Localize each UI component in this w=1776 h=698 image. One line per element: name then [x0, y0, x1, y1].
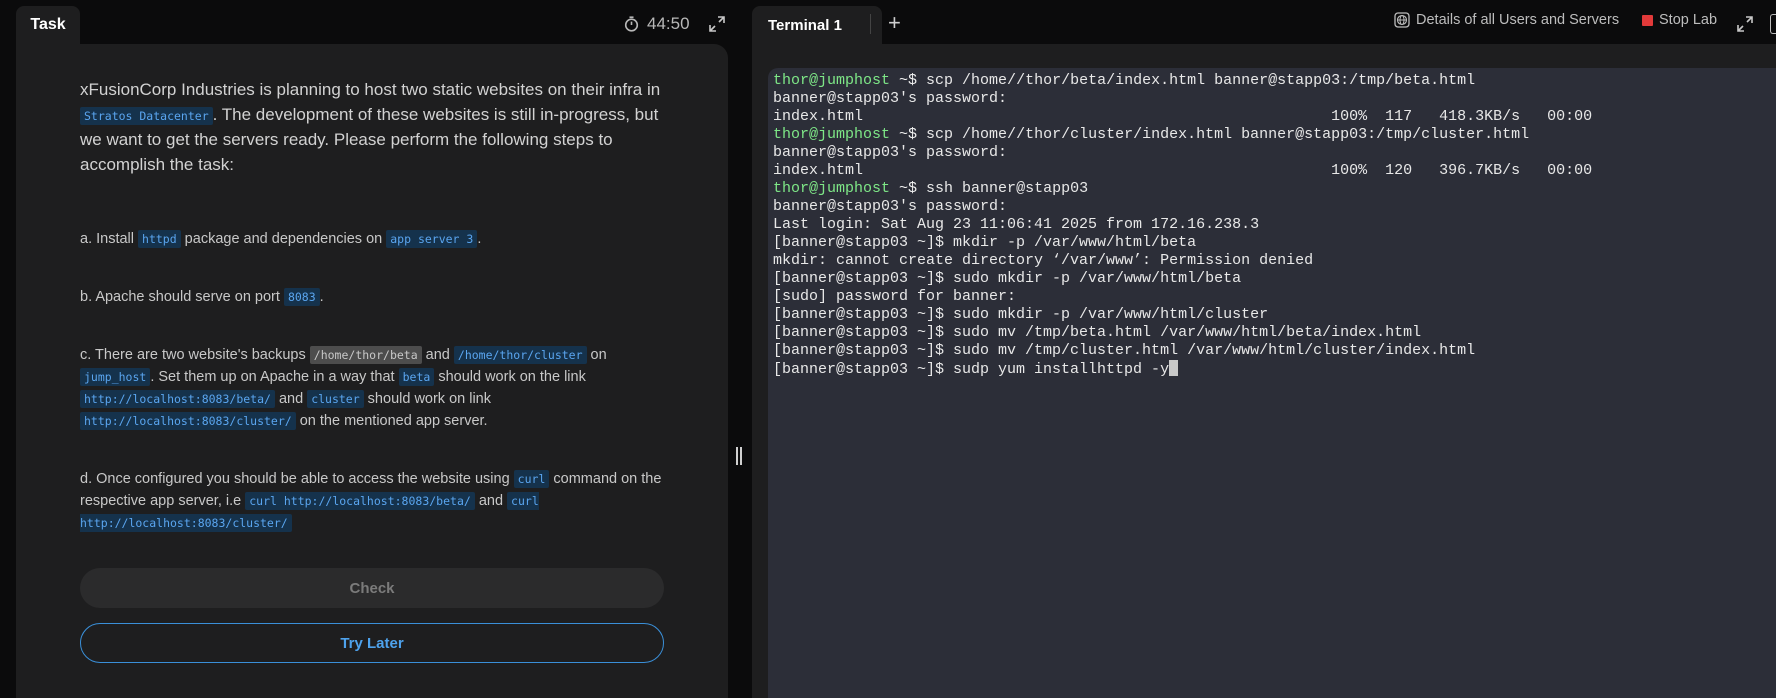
terminal-line: [banner@stapp03 ~]$ sudo mv /tmp/beta.ht…	[773, 324, 1592, 342]
step-a: a. Install httpd package and dependencie…	[80, 230, 482, 248]
terminal-line: mkdir: cannot create directory ‘/var/www…	[773, 252, 1592, 270]
terminal-line-text: [banner@stapp03 ~]$ sudo mv /tmp/beta.ht…	[773, 324, 1422, 341]
prompt-symbol: ~$	[899, 72, 918, 89]
check-button[interactable]: Check	[80, 568, 664, 608]
expand-icon[interactable]	[708, 15, 726, 33]
terminal-line: [banner@stapp03 ~]$ sudo mkdir -p /var/w…	[773, 306, 1592, 324]
details-label: Details of all Users and Servers	[1416, 12, 1620, 28]
terminal-line-text: scp /home//thor/beta/index.html banner@s…	[917, 72, 1476, 89]
terminal-line-text: index.html 100% 117 418.3KB/s 00:00	[773, 108, 1593, 125]
terminal-line: [banner@stapp03 ~]$ sudp yum installhttp…	[773, 360, 1592, 379]
terminal-output[interactable]: thor@jumphost ~$ scp /home//thor/beta/in…	[773, 72, 1592, 379]
terminal-line: banner@stapp03's password:	[773, 90, 1592, 108]
terminal-line-text: [banner@stapp03 ~]$ mkdir -p /var/www/ht…	[773, 234, 1197, 251]
expand-icon[interactable]	[1736, 15, 1754, 33]
terminal-line: [banner@stapp03 ~]$ mkdir -p /var/www/ht…	[773, 234, 1592, 252]
terminal-line: thor@jumphost ~$ scp /home//thor/beta/in…	[773, 72, 1592, 90]
terminal-line-text: [banner@stapp03 ~]$ sudo mv /tmp/cluster…	[773, 342, 1476, 359]
terminal-line: index.html 100% 117 418.3KB/s 00:00	[773, 108, 1592, 126]
terminal-line: banner@stapp03's password:	[773, 144, 1592, 162]
timer-value: 44:50	[647, 14, 690, 33]
terminal-cursor	[1169, 360, 1179, 376]
terminal-line-text: [banner@stapp03 ~]$ sudp yum installhttp…	[773, 361, 1170, 378]
tab-task-label: Task	[30, 16, 66, 33]
terminal-line: index.html 100% 120 396.7KB/s 00:00	[773, 162, 1592, 180]
terminal-line-text: mkdir: cannot create directory ‘/var/www…	[773, 252, 1314, 269]
prompt-user-host: thor@jumphost	[773, 72, 900, 89]
panel-edge-icon	[1770, 14, 1776, 34]
terminal-line: thor@jumphost ~$ ssh banner@stapp03	[773, 180, 1592, 198]
terminal-line-text: Last login: Sat Aug 23 11:06:41 2025 fro…	[773, 216, 1260, 233]
terminal-line-text: index.html 100% 120 396.7KB/s 00:00	[773, 162, 1593, 179]
stopwatch-icon	[624, 16, 639, 32]
task-description: xFusionCorp Industries is planning to ho…	[80, 78, 672, 532]
terminal-line-text: banner@stapp03's password:	[773, 90, 1008, 107]
add-tab-icon[interactable]: +	[888, 11, 901, 35]
panel-resize-handle[interactable]	[736, 447, 744, 465]
tab-divider	[870, 14, 871, 34]
terminal-line: [banner@stapp03 ~]$ sudo mkdir -p /var/w…	[773, 270, 1592, 288]
terminal-line-text: banner@stapp03's password:	[773, 144, 1008, 161]
try-later-button[interactable]: Try Later	[80, 623, 664, 663]
terminal-line-text: scp /home//thor/cluster/index.html banne…	[917, 126, 1530, 143]
terminal-line: banner@stapp03's password:	[773, 198, 1592, 216]
step-b: b. Apache should serve on port 8083.	[80, 288, 324, 306]
tab-terminal-label: Terminal 1	[768, 16, 842, 34]
prompt-symbol: ~$	[899, 126, 918, 143]
task-intro: xFusionCorp Industries is planning to ho…	[80, 80, 661, 174]
terminal-line-text: ssh banner@stapp03	[917, 180, 1089, 197]
terminal-line-text: banner@stapp03's password:	[773, 198, 1008, 215]
prompt-user-host: thor@jumphost	[773, 126, 900, 143]
details-button[interactable]: Details of all Users and Servers	[1394, 12, 1619, 28]
globe-icon	[1394, 12, 1410, 28]
terminal-line-text: [banner@stapp03 ~]$ sudo mkdir -p /var/w…	[773, 306, 1269, 323]
stop-lab-label: Stop Lab	[1659, 12, 1718, 28]
tab-task[interactable]: Task	[16, 6, 80, 44]
terminal-line: [banner@stapp03 ~]$ sudo mv /tmp/cluster…	[773, 342, 1592, 360]
tab-terminal-1[interactable]: Terminal 1	[752, 6, 882, 44]
terminal-line: [sudo] password for banner:	[773, 288, 1592, 306]
terminal-line-text: [sudo] password for banner:	[773, 288, 1017, 305]
timer: 44:50	[624, 12, 690, 36]
terminal-line: thor@jumphost ~$ scp /home//thor/cluster…	[773, 126, 1592, 144]
prompt-symbol: ~$	[899, 180, 918, 197]
stop-lab-button[interactable]: Stop Lab	[1642, 12, 1717, 28]
step-c: c. There are two website's backups /home…	[80, 346, 607, 430]
stop-icon	[1642, 14, 1653, 26]
terminal-line: Last login: Sat Aug 23 11:06:41 2025 fro…	[773, 216, 1592, 234]
step-d: d. Once configured you should be able to…	[80, 470, 662, 532]
terminal-line-text: [banner@stapp03 ~]$ sudo mkdir -p /var/w…	[773, 270, 1242, 287]
inline-code: Stratos Datacenter	[80, 106, 213, 125]
prompt-user-host: thor@jumphost	[773, 180, 900, 197]
